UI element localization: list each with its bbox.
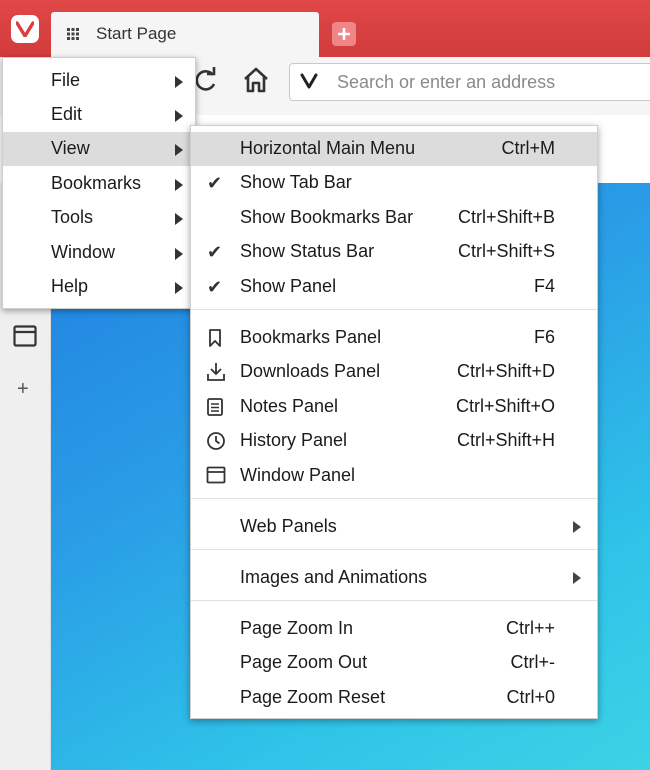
tab-strip: Start Page <box>0 0 650 57</box>
menu-item-downloads-panel[interactable]: Downloads Panel Ctrl+Shift+D <box>191 355 597 389</box>
menu-item-bookmarks-panel[interactable]: Bookmarks Panel F6 <box>191 321 597 355</box>
plus-icon <box>338 28 350 40</box>
shortcut-label: F4 <box>533 276 555 296</box>
notes-icon <box>207 398 223 416</box>
tab-start-page[interactable]: Start Page <box>51 12 319 57</box>
submenu-arrow-icon <box>175 144 183 156</box>
menu-item-label: Show Panel <box>240 276 337 296</box>
window-icon[interactable] <box>13 325 37 347</box>
menu-item-view[interactable]: View <box>3 132 193 166</box>
vivaldi-logo-icon[interactable] <box>11 15 39 43</box>
submenu-arrow-icon <box>175 248 183 260</box>
shortcut-label: Ctrl++ <box>505 618 555 638</box>
menu-item-web-panels[interactable]: Web Panels <box>191 510 597 544</box>
vivaldi-v-icon <box>300 73 318 89</box>
menu-item-label: Bookmarks <box>51 173 142 193</box>
submenu-arrow-icon <box>175 110 183 122</box>
menu-item-label: History Panel <box>240 430 348 450</box>
shortcut-label: Ctrl+Shift+S <box>457 241 555 261</box>
home-icon[interactable] <box>242 66 270 94</box>
shortcut-label: Ctrl+- <box>510 652 556 672</box>
shortcut-label: Ctrl+Shift+D <box>456 361 555 381</box>
menu-item-images-and-animations[interactable]: Images and Animations <box>191 561 597 595</box>
menu-item-label: Images and Animations <box>240 567 428 587</box>
grid-icon <box>67 28 79 40</box>
add-panel-icon[interactable]: + <box>17 379 29 399</box>
shortcut-label: Ctrl+Shift+B <box>457 207 555 227</box>
new-tab-button[interactable] <box>332 22 356 46</box>
menu-item-label: Downloads Panel <box>240 361 381 381</box>
submenu-arrow-icon <box>175 282 183 294</box>
menu-separator <box>191 498 597 499</box>
menu-item-horizontal-main-menu[interactable]: Horizontal Main Menu Ctrl+M <box>191 132 597 166</box>
address-bar[interactable]: Search or enter an address <box>289 63 650 101</box>
menu-item-file[interactable]: File <box>3 64 193 98</box>
menu-item-page-zoom-reset[interactable]: Page Zoom Reset Ctrl+0 <box>191 681 597 715</box>
menu-item-show-panel[interactable]: ✔ Show Panel F4 <box>191 270 597 304</box>
menu-item-label: Horizontal Main Menu <box>240 138 416 158</box>
shortcut-label: Ctrl+Shift+O <box>455 396 555 416</box>
menu-separator <box>191 549 597 550</box>
menu-item-label: View <box>51 138 90 158</box>
shortcut-label: Ctrl+M <box>501 138 556 158</box>
submenu-arrow-icon <box>175 76 183 88</box>
submenu-arrow-icon <box>175 213 183 225</box>
menu-item-label: Bookmarks Panel <box>240 327 382 347</box>
menu-item-show-status-bar[interactable]: ✔ Show Status Bar Ctrl+Shift+S <box>191 235 597 269</box>
history-icon <box>207 432 225 450</box>
menu-item-label: Page Zoom In <box>240 618 354 638</box>
submenu-arrow-icon <box>175 179 183 191</box>
menu-item-history-panel[interactable]: History Panel Ctrl+Shift+H <box>191 424 597 458</box>
menu-item-page-zoom-out[interactable]: Page Zoom Out Ctrl+- <box>191 646 597 680</box>
menu-item-label: Page Zoom Reset <box>240 687 386 707</box>
menu-item-help[interactable]: Help <box>3 270 193 304</box>
menu-item-show-tab-bar[interactable]: ✔ Show Tab Bar <box>191 166 597 200</box>
checkmark-icon: ✔ <box>207 242 223 262</box>
view-submenu: Horizontal Main Menu Ctrl+M ✔ Show Tab B… <box>190 125 598 719</box>
main-menu: File Edit View Bookmarks Tools Window He… <box>2 57 196 309</box>
menu-item-label: Web Panels <box>240 516 337 536</box>
menu-item-label: Window <box>51 242 116 262</box>
menu-item-label: Help <box>51 276 89 296</box>
menu-item-window[interactable]: Window <box>3 236 193 270</box>
menu-item-tools[interactable]: Tools <box>3 201 193 235</box>
reload-icon[interactable] <box>193 67 219 93</box>
address-placeholder: Search or enter an address <box>337 72 556 92</box>
checkmark-icon: ✔ <box>207 173 223 193</box>
menu-item-window-panel[interactable]: Window Panel <box>191 459 597 493</box>
shortcut-label: Ctrl+0 <box>506 687 555 707</box>
submenu-arrow-icon <box>573 521 581 533</box>
shortcut-label: F6 <box>533 327 555 347</box>
menu-item-label: Tools <box>51 207 94 227</box>
menu-item-label: Window Panel <box>240 465 356 485</box>
menu-item-notes-panel[interactable]: Notes Panel Ctrl+Shift+O <box>191 390 597 424</box>
window-icon <box>206 466 226 484</box>
menu-separator <box>191 600 597 601</box>
checkmark-icon: ✔ <box>207 277 223 297</box>
menu-item-label: Page Zoom Out <box>240 652 368 672</box>
bookmark-icon <box>209 329 221 347</box>
menu-item-label: Show Tab Bar <box>240 172 352 192</box>
shortcut-label: Ctrl+Shift+H <box>456 430 555 450</box>
menu-item-bookmarks[interactable]: Bookmarks <box>3 167 193 201</box>
menu-item-label: Edit <box>51 104 83 124</box>
tab-title: Start Page <box>96 24 177 43</box>
menu-item-label: Notes Panel <box>240 396 339 416</box>
menu-item-label: Show Bookmarks Bar <box>240 207 414 227</box>
menu-item-edit[interactable]: Edit <box>3 98 193 132</box>
menu-item-label: Show Status Bar <box>240 241 375 261</box>
menu-item-show-bookmarks-bar[interactable]: Show Bookmarks Bar Ctrl+Shift+B <box>191 201 597 235</box>
menu-item-page-zoom-in[interactable]: Page Zoom In Ctrl++ <box>191 612 597 646</box>
menu-separator <box>191 309 597 310</box>
menu-item-label: File <box>51 70 81 90</box>
download-icon <box>207 363 225 381</box>
submenu-arrow-icon <box>573 572 581 584</box>
